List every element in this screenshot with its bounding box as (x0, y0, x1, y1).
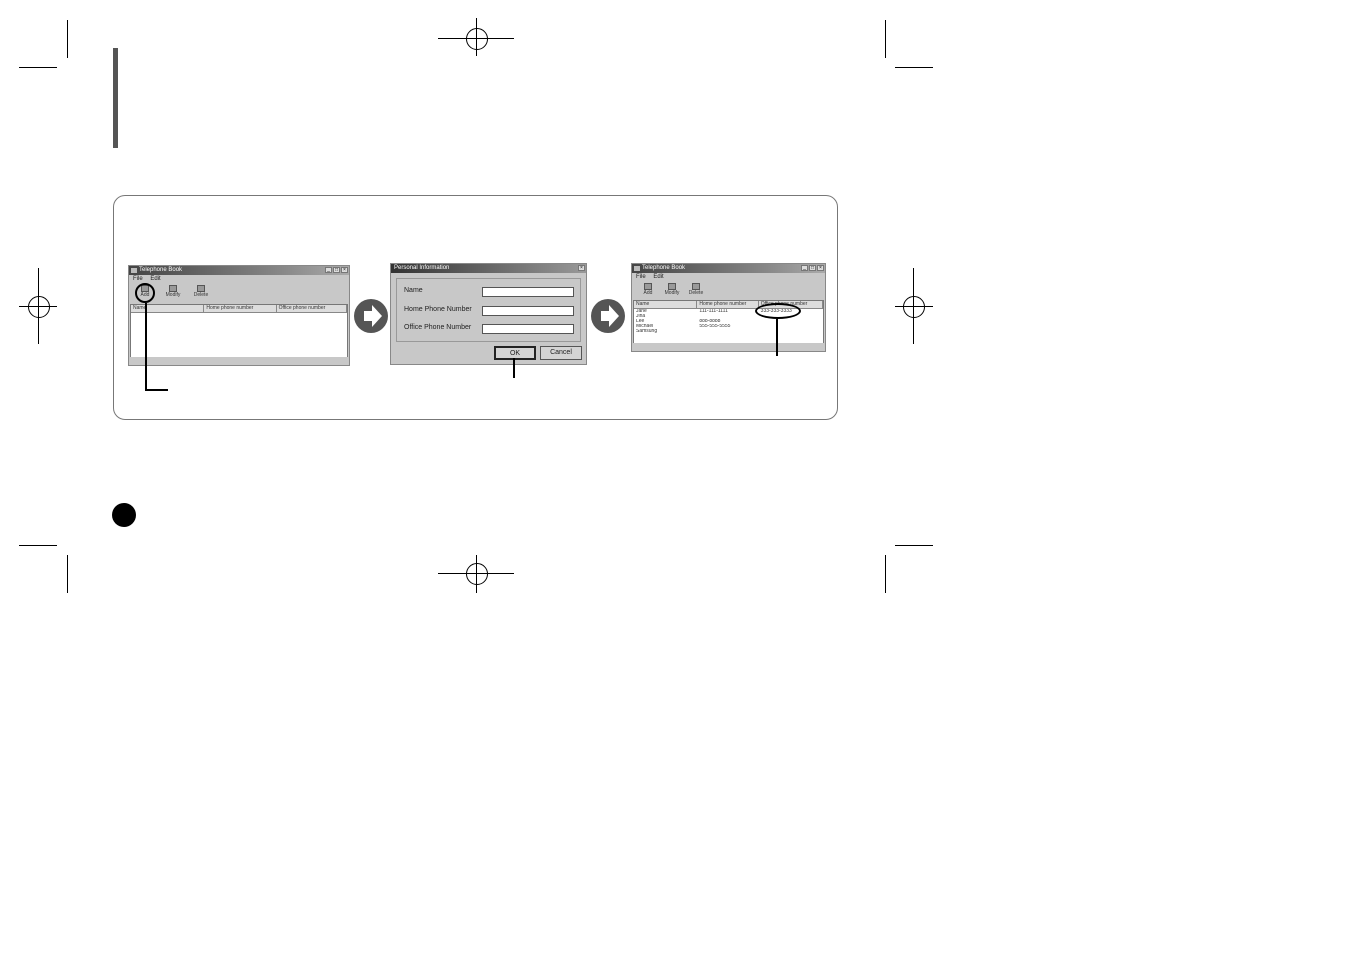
right-arrow-icon (364, 305, 382, 327)
menu-edit[interactable]: Edit (150, 276, 160, 282)
modify-button[interactable]: Modify (662, 281, 682, 299)
menu-bar: File Edit (129, 275, 349, 283)
maximize-icon[interactable]: □ (809, 265, 816, 271)
next-arrow-badge (591, 299, 625, 333)
app-icon (634, 266, 640, 271)
status-bar (129, 357, 349, 365)
callout-line (145, 303, 147, 390)
crop-mark (895, 545, 933, 546)
registration-circle (466, 563, 488, 585)
minimize-icon[interactable]: _ (801, 265, 808, 271)
title-bar: Personal Information × (391, 264, 586, 273)
ok-button[interactable]: OK (494, 346, 536, 360)
delete-button[interactable]: Delete (191, 283, 211, 302)
registration-circle (28, 296, 50, 318)
status-bar (632, 343, 825, 351)
add-callout-circle (135, 283, 155, 303)
crop-mark (67, 20, 68, 58)
telephone-book-window-empty: Telephone Book _ □ × File Edit Add Modif… (128, 265, 350, 366)
minimize-icon[interactable]: _ (325, 267, 332, 273)
office-phone-label: Office Phone Number (404, 324, 472, 331)
close-icon[interactable]: × (817, 265, 824, 271)
callout-line (145, 389, 168, 391)
crop-mark (885, 555, 886, 593)
crop-mark (19, 67, 57, 68)
name-field[interactable] (482, 287, 574, 297)
modify-icon (169, 285, 177, 292)
close-icon[interactable]: × (341, 267, 348, 273)
toolbar: Add Modify Delete (129, 283, 349, 302)
personal-information-dialog: Personal Information × Name Home Phone N… (390, 263, 587, 365)
registration-circle (903, 296, 925, 318)
add-button[interactable]: Add (638, 281, 658, 299)
column-office-phone[interactable]: Office phone number (277, 305, 347, 312)
callout-line (513, 358, 515, 378)
list-header: Name Home phone number Office phone numb… (131, 305, 347, 313)
window-title: Telephone Book (139, 267, 183, 273)
title-bar: Telephone Book _ □ × (129, 266, 349, 275)
modify-button[interactable]: Modify (163, 283, 183, 302)
window-title: Telephone Book (642, 265, 686, 271)
list-item[interactable]: Samsung (634, 329, 823, 334)
office-number-callout-ellipse (755, 303, 801, 319)
maximize-icon[interactable]: □ (333, 267, 340, 273)
bullet (112, 503, 136, 527)
column-home-phone[interactable]: Home phone number (697, 301, 759, 308)
crop-mark (895, 67, 933, 68)
app-icon (131, 268, 137, 273)
menu-file[interactable]: File (636, 274, 646, 280)
title-bar: Telephone Book _ □ × (632, 264, 825, 273)
office-phone-field[interactable] (482, 324, 574, 334)
crop-mark (19, 545, 57, 546)
name-label: Name (404, 287, 423, 294)
column-home-phone[interactable]: Home phone number (204, 305, 277, 312)
modify-icon (668, 283, 676, 290)
close-icon[interactable]: × (578, 265, 585, 271)
next-arrow-badge (354, 299, 388, 333)
column-name[interactable]: Name (131, 305, 205, 312)
home-phone-label: Home Phone Number (404, 306, 472, 313)
toolbar: Add Modify Delete (632, 281, 825, 299)
add-icon (644, 283, 652, 290)
accent-bar (113, 48, 118, 148)
crop-mark (885, 20, 886, 58)
column-name[interactable]: Name (634, 301, 698, 308)
menu-edit[interactable]: Edit (653, 274, 663, 280)
contact-list[interactable]: Name Home phone number Office phone numb… (130, 304, 348, 358)
home-phone-field[interactable] (482, 306, 574, 316)
delete-button[interactable]: Delete (686, 281, 706, 299)
crop-mark (67, 555, 68, 593)
delete-icon (197, 285, 205, 292)
menu-bar: File Edit (632, 273, 825, 281)
cancel-button[interactable]: Cancel (540, 346, 582, 360)
registration-circle (466, 28, 488, 50)
delete-icon (692, 283, 700, 290)
right-arrow-icon (601, 305, 619, 327)
dialog-title: Personal Information (394, 265, 450, 271)
callout-line (776, 319, 778, 356)
menu-file[interactable]: File (133, 276, 143, 282)
